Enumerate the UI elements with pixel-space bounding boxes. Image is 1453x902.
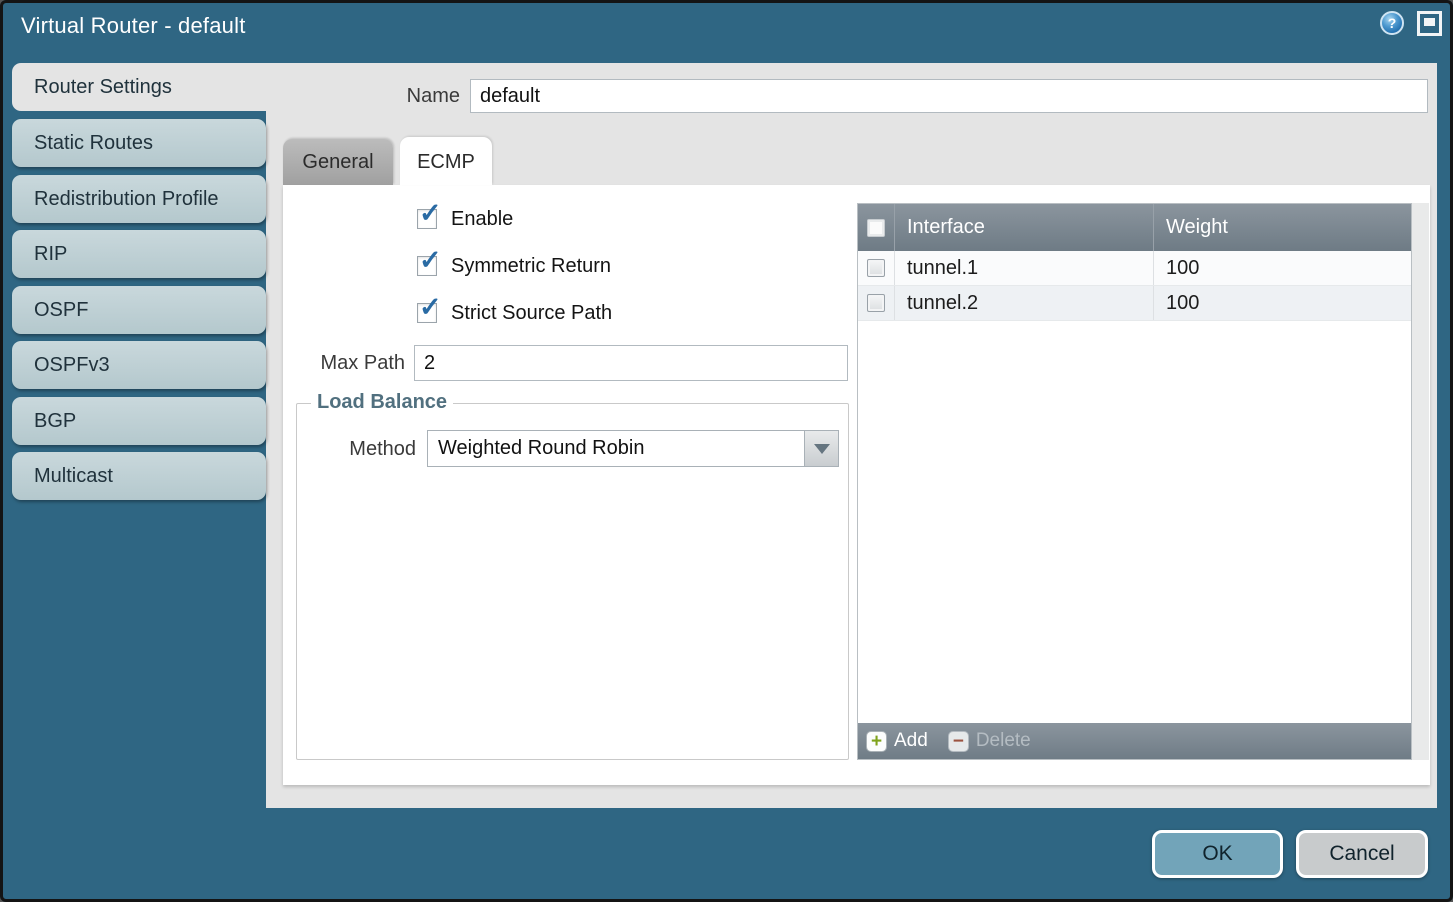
symmetric-return-checkbox-row[interactable]: ✓ Symmetric Return — [417, 253, 611, 279]
row-checkbox[interactable] — [867, 294, 885, 312]
max-path-input[interactable] — [414, 345, 848, 381]
name-label: Name — [350, 85, 460, 108]
sidebar-item-redistribution-profile[interactable]: Redistribution Profile — [12, 175, 266, 223]
row-checkbox[interactable] — [867, 259, 885, 277]
method-label: Method — [300, 438, 416, 461]
weight-column-header[interactable]: Weight — [1154, 204, 1411, 251]
load-balance-legend: Load Balance — [311, 391, 453, 414]
add-button[interactable]: + Add — [866, 730, 928, 752]
interface-cell[interactable]: tunnel.1 — [895, 251, 1154, 285]
header-checkbox-cell — [858, 204, 895, 251]
help-icon[interactable]: ? — [1380, 11, 1404, 35]
tab-ecmp[interactable]: ECMP — [400, 137, 492, 185]
plus-icon: + — [866, 731, 887, 752]
table-row-tunnel1[interactable]: tunnel.1 100 — [858, 251, 1411, 286]
row-checkbox-cell — [858, 286, 895, 320]
sidebar-item-bgp[interactable]: BGP — [12, 397, 266, 445]
ok-button[interactable]: OK — [1152, 830, 1283, 878]
cancel-button[interactable]: Cancel — [1296, 830, 1428, 878]
virtual-router-dialog: Virtual Router - default ? Router Settin… — [0, 0, 1453, 902]
interface-column-header[interactable]: Interface — [895, 204, 1154, 251]
symmetric-return-label: Symmetric Return — [451, 255, 611, 278]
table-row-tunnel2[interactable]: tunnel.2 100 — [858, 286, 1411, 321]
enable-checkbox[interactable]: ✓ — [417, 209, 437, 229]
name-input[interactable] — [470, 79, 1428, 113]
ecmp-interface-table: Interface Weight tunnel.1 100 tunnel.2 1… — [857, 203, 1412, 760]
weight-cell[interactable]: 100 — [1154, 286, 1411, 320]
table-toolbar: + Add − Delete — [858, 723, 1411, 759]
strict-source-path-checkbox-row[interactable]: ✓ Strict Source Path — [417, 300, 612, 326]
sidebar-item-ospfv3[interactable]: OSPFv3 — [12, 341, 266, 389]
question-mark-glyph: ? — [1388, 15, 1397, 31]
minus-icon: − — [948, 731, 969, 752]
sidebar-item-static-routes[interactable]: Static Routes — [12, 119, 266, 167]
dialog-title: Virtual Router - default — [21, 13, 246, 39]
checkmark-icon: ✓ — [419, 247, 442, 274]
delete-button-label: Delete — [976, 730, 1031, 752]
checkmark-icon: ✓ — [419, 200, 442, 227]
interface-cell[interactable]: tunnel.2 — [895, 286, 1154, 320]
symmetric-return-checkbox[interactable]: ✓ — [417, 256, 437, 276]
method-dropdown[interactable]: Weighted Round Robin — [427, 430, 839, 467]
weight-cell[interactable]: 100 — [1154, 251, 1411, 285]
method-dropdown-value[interactable]: Weighted Round Robin — [427, 430, 805, 467]
sidebar-item-router-settings[interactable]: Router Settings — [12, 63, 266, 111]
select-all-checkbox[interactable] — [867, 219, 885, 237]
restore-window-glyph — [1424, 18, 1435, 26]
strict-source-path-checkbox[interactable]: ✓ — [417, 303, 437, 323]
restore-window-icon[interactable] — [1417, 11, 1442, 36]
table-header: Interface Weight — [858, 204, 1411, 251]
table-scroll-gutter[interactable] — [1412, 203, 1429, 760]
enable-checkbox-row[interactable]: ✓ Enable — [417, 206, 513, 232]
method-dropdown-button[interactable] — [805, 430, 839, 467]
sidebar-item-rip[interactable]: RIP — [12, 230, 266, 278]
tab-general[interactable]: General — [283, 139, 393, 185]
chevron-down-icon — [814, 444, 830, 454]
add-button-label: Add — [894, 730, 928, 752]
strict-source-path-label: Strict Source Path — [451, 302, 612, 325]
enable-label: Enable — [451, 208, 513, 231]
sidebar-item-multicast[interactable]: Multicast — [12, 452, 266, 500]
delete-button[interactable]: − Delete — [948, 730, 1031, 752]
max-path-label: Max Path — [285, 352, 405, 375]
row-checkbox-cell — [858, 251, 895, 285]
sidebar-item-ospf[interactable]: OSPF — [12, 286, 266, 334]
checkmark-icon: ✓ — [419, 294, 442, 321]
